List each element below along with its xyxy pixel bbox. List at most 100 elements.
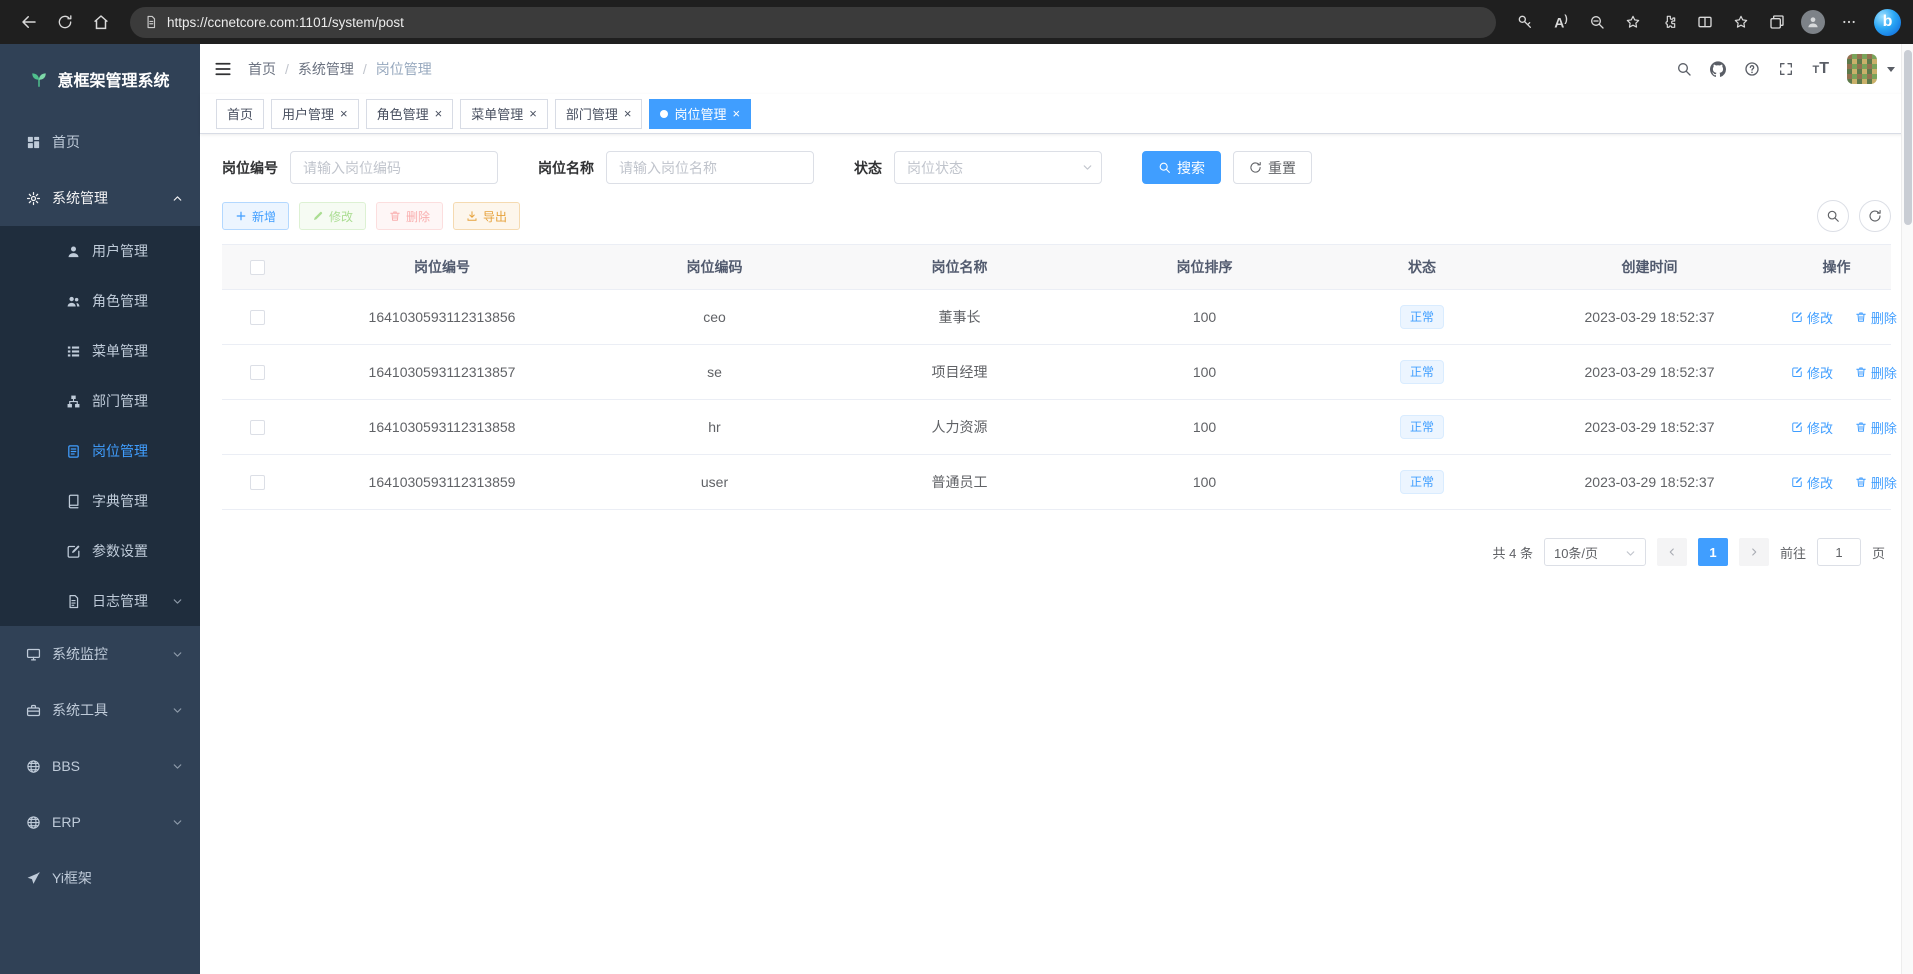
tab-dept-management[interactable]: 部门管理× [555,99,643,129]
leaf-logo-icon [30,70,48,88]
reset-button[interactable]: 重置 [1233,151,1312,184]
active-dot [660,110,668,118]
sidebar-item-system-management[interactable]: 系统管理 [0,170,200,226]
pagination-total: 共 4 条 [1493,543,1533,562]
download-icon [466,210,478,222]
add-favorite-icon[interactable] [1616,5,1650,39]
sidebar-item-role-management[interactable]: 角色管理 [0,276,200,326]
refresh-table-button[interactable] [1859,200,1891,232]
sidebar-item-dict-management[interactable]: 字典管理 [0,476,200,526]
status-select[interactable] [894,151,1102,184]
cell-post-code: ceo [592,290,837,345]
goto-page-input[interactable] [1817,538,1861,566]
sidebar-toggle-icon[interactable] [214,60,232,78]
close-icon[interactable]: × [529,107,537,120]
sidebar-item-erp[interactable]: ERP [0,794,200,850]
zoom-out-icon[interactable] [1580,5,1614,39]
page-number-button[interactable]: 1 [1698,538,1728,566]
tab-user-management[interactable]: 用户管理× [271,99,359,129]
sidebar-item-bbs[interactable]: BBS [0,738,200,794]
row-delete-button[interactable]: 删除 [1855,473,1897,492]
sidebar-item-dept-management[interactable]: 部门管理 [0,376,200,426]
next-page-button[interactable] [1739,538,1769,566]
sidebar-item-system-tools[interactable]: 系统工具 [0,682,200,738]
user-avatar[interactable] [1847,54,1877,84]
collections-icon[interactable] [1760,5,1794,39]
password-key-icon[interactable] [1508,5,1542,39]
row-edit-button[interactable]: 修改 [1791,418,1833,437]
page-size-select[interactable]: 10条/页 [1544,538,1646,566]
table-header-row: 岗位编号 岗位编码 岗位名称 岗位排序 状态 创建时间 操作 [222,245,1891,290]
sidebar-item-user-management[interactable]: 用户管理 [0,226,200,276]
breadcrumb-system[interactable]: 系统管理 [298,59,354,79]
address-bar[interactable]: https://ccnetcore.com:1101/system/post [130,7,1496,38]
cell-post-name: 人力资源 [837,400,1082,455]
scrollbar-thumb[interactable] [1904,50,1912,225]
prev-page-button[interactable] [1657,538,1687,566]
close-icon[interactable]: × [624,107,632,120]
row-checkbox[interactable] [250,420,265,435]
add-button[interactable]: 新增 [222,202,289,230]
favorites-bar-icon[interactable] [1724,5,1758,39]
row-checkbox[interactable] [250,365,265,380]
help-icon[interactable] [1744,61,1760,77]
row-edit-button[interactable]: 修改 [1791,363,1833,382]
post-code-input[interactable] [290,151,498,184]
screen: https://ccnetcore.com:1101/system/post A… [0,0,1913,974]
toggle-search-button[interactable] [1817,200,1849,232]
globe-icon [26,759,41,774]
split-screen-icon[interactable] [1688,5,1722,39]
read-aloud-icon[interactable]: A) [1544,5,1578,39]
tab-post-management[interactable]: 岗位管理× [649,99,751,129]
sidebar-item-menu-management[interactable]: 菜单管理 [0,326,200,376]
extensions-icon[interactable] [1652,5,1686,39]
status-label: 状态 [854,158,882,178]
page-scrollbar[interactable] [1901,44,1913,974]
font-size-icon[interactable]: TT [1812,60,1829,78]
close-icon[interactable]: × [435,107,443,120]
browser-profile-avatar[interactable] [1796,5,1830,39]
back-icon[interactable] [12,5,46,39]
sidebar-item-param-settings[interactable]: 参数设置 [0,526,200,576]
close-icon[interactable]: × [732,107,740,120]
close-icon[interactable]: × [340,107,348,120]
sidebar-item-post-management[interactable]: 岗位管理 [0,426,200,476]
sidebar-item-log-management[interactable]: 日志管理 [0,576,200,626]
row-delete-button[interactable]: 删除 [1855,308,1897,327]
home-icon[interactable] [84,5,118,39]
cell-post-id: 1641030593112313859 [292,455,592,510]
refresh-icon[interactable] [48,5,82,39]
select-all-checkbox[interactable] [250,260,265,275]
site-info-icon[interactable] [144,15,158,29]
browser-more-icon[interactable] [1832,5,1866,39]
breadcrumb-home[interactable]: 首页 [248,59,276,79]
cell-post-id: 1641030593112313858 [292,400,592,455]
table-row: 1641030593112313857 se 项目经理 100 正常 2023-… [222,345,1891,400]
bing-copilot-icon[interactable]: b [1874,9,1901,36]
export-button[interactable]: 导出 [453,202,520,230]
sidebar-item-home[interactable]: 首页 [0,114,200,170]
delete-button[interactable]: 删除 [376,202,443,230]
sidebar-item-system-monitor[interactable]: 系统监控 [0,626,200,682]
post-name-input[interactable] [606,151,814,184]
row-edit-button[interactable]: 修改 [1791,473,1833,492]
row-delete-button[interactable]: 删除 [1855,363,1897,382]
status-select-input[interactable] [894,151,1102,184]
row-checkbox[interactable] [250,310,265,325]
tab-role-management[interactable]: 角色管理× [366,99,454,129]
row-checkbox[interactable] [250,475,265,490]
fullscreen-icon[interactable] [1778,61,1794,77]
sidebar-item-yi-framework[interactable]: Yi框架 [0,850,200,906]
search-button[interactable]: 搜索 [1142,151,1221,184]
tab-home[interactable]: 首页 [216,99,264,129]
tab-menu-management[interactable]: 菜单管理× [460,99,548,129]
row-edit-button[interactable]: 修改 [1791,308,1833,327]
header-search-icon[interactable] [1676,61,1692,77]
chevron-down-icon [171,816,184,829]
edit-button[interactable]: 修改 [299,202,366,230]
row-delete-button[interactable]: 删除 [1855,418,1897,437]
github-icon[interactable] [1710,61,1726,77]
caret-down-icon[interactable] [1887,67,1895,72]
trash-icon [1855,476,1867,488]
system-management-submenu: 用户管理 角色管理 菜单管理 部门管理 [0,226,200,626]
